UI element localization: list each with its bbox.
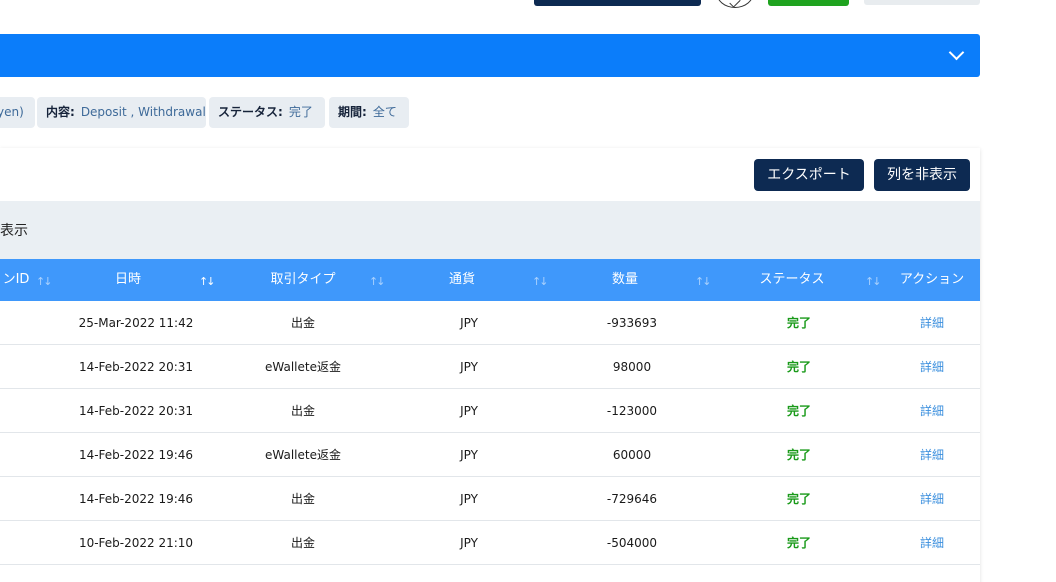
top-gray-button[interactable] <box>864 0 980 5</box>
cell-type: eWallete返金 <box>265 360 341 374</box>
table-row: 14-Feb-2022 19:46 出金 JPY -729646 完了 詳細 <box>0 477 980 521</box>
sort-icon[interactable]: ↑↓ <box>532 275 549 288</box>
table-info-bar: 表示 <box>0 201 980 259</box>
filter-panel-header[interactable] <box>0 34 980 77</box>
cell-currency: JPY <box>460 536 478 550</box>
cell-currency: JPY <box>460 316 478 330</box>
filter-chip-key: 内容: <box>46 105 75 119</box>
cell-status: 完了 <box>786 316 811 330</box>
cell-status: 完了 <box>786 492 811 506</box>
filter-chip-value: 完了 <box>288 105 313 119</box>
filter-chip-value: yen) <box>0 105 24 119</box>
cell-amount: 60000 <box>612 448 652 462</box>
filter-chip-content[interactable]: 内容: Deposit , Withdrawal <box>37 97 206 128</box>
detail-link[interactable]: 詳細 <box>902 301 962 345</box>
cell-datetime: 14-Feb-2022 19:46 <box>78 492 194 506</box>
cell-type: 出金 <box>290 316 315 330</box>
column-header-id[interactable]: ンID <box>0 259 36 301</box>
table-row: 10-Feb-2022 21:10 出金 JPY -504000 完了 詳細 <box>0 521 980 565</box>
detail-link[interactable]: 詳細 <box>902 521 962 565</box>
filter-chip-value: Deposit , Withdrawal <box>80 105 206 119</box>
filter-chip-key: ステータス: <box>218 105 283 119</box>
column-header-amount[interactable]: 数量 <box>590 259 660 301</box>
column-header-type[interactable]: 取引タイプ <box>248 259 358 301</box>
cell-datetime: 14-Feb-2022 20:31 <box>78 360 194 374</box>
cell-currency: JPY <box>460 448 478 462</box>
table-row: 14-Feb-2022 20:31 eWallete返金 JPY 98000 完… <box>0 345 980 389</box>
sort-icon[interactable]: ↑↓ <box>199 275 216 288</box>
filter-chip-period[interactable]: 期間: 全て <box>329 97 409 128</box>
column-header-action: アクション <box>899 272 965 287</box>
table-row: 14-Feb-2022 19:46 eWallete返金 JPY 60000 完… <box>0 433 980 477</box>
table-row: 14-Feb-2022 20:31 出金 JPY -123000 完了 詳細 <box>0 389 980 433</box>
filter-chip-key: 期間: <box>338 105 367 119</box>
cell-type: eWallete返金 <box>265 448 341 462</box>
table-header: ンID ↑↓ 日時 ↑↓ 取引タイプ ↑↓ 通貨 ↑↓ 数量 ↑↓ ステータス … <box>0 259 980 301</box>
cell-type: 出金 <box>290 492 315 506</box>
detail-link[interactable]: 詳細 <box>902 345 962 389</box>
column-header-datetime[interactable]: 日時 <box>88 259 168 301</box>
cell-amount: -933693 <box>606 316 658 330</box>
hide-columns-button[interactable]: 列を非表示 <box>874 159 970 191</box>
cell-status: 完了 <box>786 404 811 418</box>
cell-currency: JPY <box>460 360 478 374</box>
sort-icon[interactable]: ↑↓ <box>695 275 712 288</box>
cell-amount: 98000 <box>612 360 652 374</box>
column-header-currency[interactable]: 通貨 <box>430 259 494 301</box>
sort-icon[interactable]: ↑↓ <box>36 275 53 288</box>
chevron-down-icon[interactable] <box>948 44 965 61</box>
cell-amount: -504000 <box>606 536 658 550</box>
cell-datetime: 25-Mar-2022 11:42 <box>78 316 194 330</box>
cell-datetime: 14-Feb-2022 19:46 <box>78 448 194 462</box>
cell-datetime: 14-Feb-2022 20:31 <box>78 404 194 418</box>
cell-amount: -729646 <box>606 492 658 506</box>
transactions-card: エクスポート 列を非表示 表示 ンID ↑↓ 日時 ↑↓ 取引タイプ ↑↓ 通貨… <box>0 148 980 582</box>
sort-icon[interactable]: ↑↓ <box>865 275 882 288</box>
export-button[interactable]: エクスポート <box>754 159 864 191</box>
detail-link[interactable]: 詳細 <box>902 433 962 477</box>
filter-chip-value: 全て <box>372 105 397 119</box>
column-header-status[interactable]: ステータス <box>744 259 840 301</box>
cell-type: 出金 <box>290 404 315 418</box>
display-count-label: 表示 <box>0 223 28 239</box>
detail-link[interactable]: 詳細 <box>902 389 962 433</box>
table-row: 25-Mar-2022 11:42 出金 JPY -933693 完了 詳細 <box>0 301 980 345</box>
cell-datetime: 10-Feb-2022 21:10 <box>78 536 194 550</box>
filter-chip-currency[interactable]: yen) <box>0 97 35 128</box>
sort-icon[interactable]: ↑↓ <box>369 275 386 288</box>
cell-currency: JPY <box>460 492 478 506</box>
top-primary-button[interactable] <box>534 0 701 6</box>
cell-type: 出金 <box>290 536 315 550</box>
cell-status: 完了 <box>786 536 811 550</box>
filter-chip-status[interactable]: ステータス: 完了 <box>209 97 325 128</box>
cell-status: 完了 <box>786 448 811 462</box>
cell-amount: -123000 <box>606 404 658 418</box>
cell-currency: JPY <box>460 404 478 418</box>
favorite-icon[interactable] <box>716 0 754 8</box>
cell-status: 完了 <box>786 360 811 374</box>
detail-link[interactable]: 詳細 <box>902 477 962 521</box>
top-green-button[interactable] <box>768 0 849 6</box>
